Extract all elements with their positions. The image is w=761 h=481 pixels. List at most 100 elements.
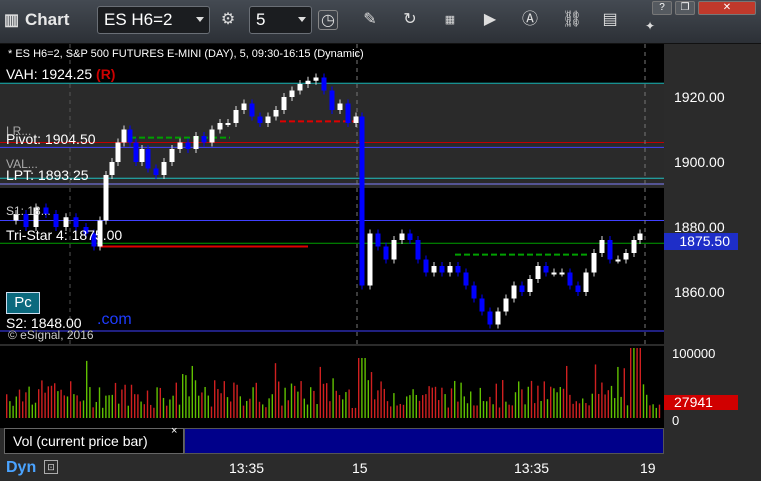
candle-body [109,162,115,175]
dynamic-label[interactable]: Dyn [6,459,36,477]
price-chart[interactable] [0,44,761,344]
volume-bar [294,385,296,418]
volume-bar [639,348,641,418]
volume-bar [486,401,488,418]
candle-body [599,240,605,253]
candle-body [153,168,159,175]
volume-bar [246,400,248,418]
clock-icon[interactable]: ◷ [318,10,338,30]
candle-body [193,136,199,149]
candle-body [615,259,621,262]
volume-bar [15,396,17,418]
chart-icon[interactable]: ▤ [600,10,620,30]
volume-bar [226,397,229,418]
volume-bar [575,401,577,418]
text-a-icon[interactable]: Ⓐ [520,10,540,30]
volume-bar [454,380,456,418]
volume-bar [169,399,171,418]
volume-bar [31,404,33,418]
volume-study-label[interactable]: Vol (current price bar) [4,428,184,454]
volume-bar [569,394,571,418]
volume-bar [338,395,341,418]
candle-body [177,142,183,149]
volume-bar [633,348,635,418]
candle-body [391,240,397,260]
volume-bar [54,383,56,418]
link-icon[interactable]: ⛓ [562,10,582,30]
volume-bar [156,387,158,418]
candle-body [233,110,239,123]
candle-body [559,272,565,275]
candle-body [321,77,327,91]
refresh-icon[interactable]: ↻ [400,10,420,30]
volume-bar [578,403,581,418]
pencil-icon[interactable]: ✎ [360,10,380,30]
pin-icon[interactable]: ⊡ [44,460,58,474]
volume-bar [210,406,213,418]
candle-body [53,214,59,227]
volume-bar [274,363,277,418]
candle-body [169,149,175,162]
lpt-label: LPT: 1893.25 [6,167,89,183]
settings-gear-icon[interactable]: ⚙ [218,10,238,30]
volume-bar [582,398,584,418]
volume-bar [140,401,142,418]
volume-bar [329,401,331,418]
volume-bar [409,395,411,418]
volume-bar [646,394,648,418]
volume-bar [422,395,424,418]
volume-bar [540,401,542,418]
volume-bar [290,383,293,418]
restore-button[interactable]: ❐ [675,1,695,15]
candle-body [133,142,139,162]
candle-body [145,149,151,169]
volume-bar [185,375,187,418]
help-button[interactable]: ? [652,1,672,15]
volume-bar [594,364,597,418]
volume-bar [566,365,568,418]
candle-body [607,240,613,260]
play-icon[interactable]: ▶ [480,10,500,30]
close-icon[interactable]: × [171,425,177,437]
volume-bar [630,348,632,418]
volume-bar [492,404,494,418]
interval-dropdown[interactable]: 5 [249,6,312,34]
volume-bar [386,401,389,418]
calculator-icon[interactable]: ▦ [440,10,460,30]
volume-bar [242,405,245,418]
volume-bar [201,392,203,418]
candle-body [431,266,437,273]
volume-bar [508,404,510,418]
volume-bar [278,381,280,418]
volume-bar [322,383,325,418]
candle-body [407,233,413,240]
symbol-dropdown[interactable]: ES H6=2 [97,6,210,34]
volume-bar [588,405,590,418]
volume-bar [434,386,437,418]
volume-bar [562,388,565,418]
s1-label: S1: 18... [6,204,51,218]
volume-bar [393,393,395,418]
volume-bar [284,387,286,418]
symbol-value: ES H6=2 [104,10,173,29]
volume-bar [399,403,401,418]
volume-bar [530,380,533,418]
time-tick: 13:35 [229,460,265,476]
time-tick: 13:35 [514,460,550,476]
volume-axis-bottom: 0 [672,413,680,428]
volume-bar [518,381,520,418]
volume-bar [428,386,430,418]
close-button[interactable]: ✕ [698,1,756,15]
volume-bar [98,387,101,418]
volume-chart[interactable] [0,346,761,428]
candle-body [551,272,557,275]
volume-bar [44,392,46,418]
pc-button[interactable]: Pc [6,292,40,314]
candle-body [463,272,469,286]
volume-bar [223,381,225,418]
twitter-icon[interactable]: ✦ [640,16,660,36]
volume-bar [591,393,593,418]
candle-body [447,266,453,273]
candle-body [519,285,525,292]
volume-bar [233,382,235,418]
